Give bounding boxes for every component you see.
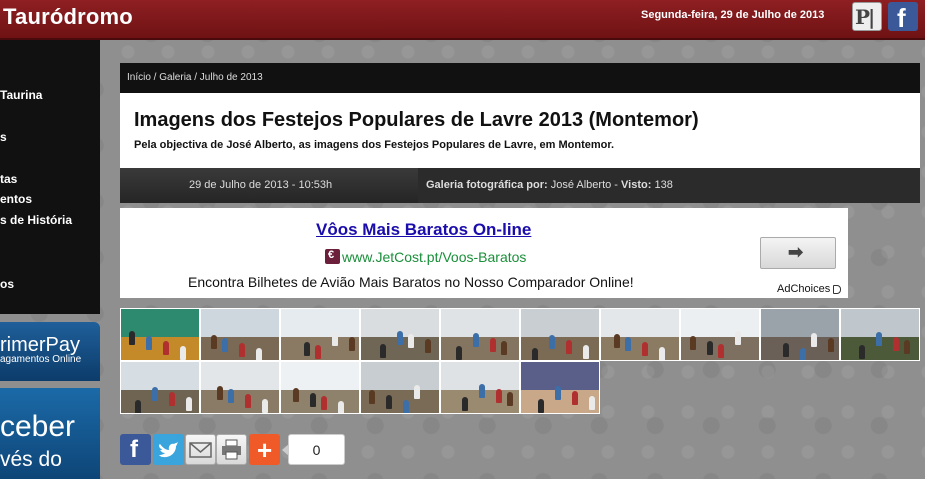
- article-header: Imagens dos Festejos Populares de Lavre …: [120, 93, 920, 168]
- share-facebook-button[interactable]: f: [120, 434, 151, 465]
- adchoices-icon: [833, 284, 842, 294]
- sidebar-item-2[interactable]: s: [0, 130, 7, 144]
- ad-title-link[interactable]: Vôos Mais Baratos On-line: [316, 220, 531, 240]
- houses-bull-thumb[interactable]: [680, 308, 760, 361]
- bull-run-thumb[interactable]: [360, 308, 440, 361]
- street-bulls-thumb[interactable]: [280, 308, 360, 361]
- ad-url-link[interactable]: www.JetCost.pt/Voos-Baratos: [342, 249, 526, 265]
- night-house-thumb[interactable]: [520, 361, 600, 414]
- ad-go-button[interactable]: ➡: [760, 237, 836, 269]
- facebook-icon[interactable]: f: [888, 2, 918, 33]
- jetcost-favicon-icon: €: [325, 249, 340, 264]
- share-email-button[interactable]: [185, 434, 216, 465]
- sidebar-item-historia[interactable]: s de História: [0, 213, 72, 227]
- meta-date-box: 29 de Julho de 2013 - 10:53h: [120, 168, 418, 203]
- street-view-thumb[interactable]: [280, 361, 360, 414]
- gallery-label: Galeria fotográfica por:: [426, 179, 548, 191]
- share-twitter-button[interactable]: [153, 434, 184, 465]
- festival-poster-thumb[interactable]: [120, 308, 200, 361]
- views-count: 138: [654, 179, 673, 191]
- author-name: José Alberto: [550, 179, 612, 191]
- portal-logo-icon[interactable]: P|: [852, 2, 882, 31]
- gallery-credits: Galeria fotográfica por: José Alberto - …: [426, 179, 673, 191]
- street-crowd-thumb[interactable]: [440, 308, 520, 361]
- sidebar-menu: Taurina s tas entos s de História os: [0, 40, 100, 314]
- banner-subtitle: vés do: [0, 448, 62, 471]
- sidebar-item-3[interactable]: tas: [0, 172, 17, 186]
- advertisement: Vôos Mais Baratos On-line € www.JetCost.…: [120, 208, 848, 298]
- ad-description: Encontra Bilhetes de Avião Mais Baratos …: [188, 274, 634, 290]
- crowd-bull-thumb[interactable]: [360, 361, 440, 414]
- breadcrumb-bar: Início / Galeria / Julho de 2013: [120, 63, 920, 93]
- share-more-button[interactable]: +: [249, 434, 280, 465]
- banner-title: ceber: [0, 410, 76, 443]
- banner-subtitle: agamentos Online: [0, 354, 82, 365]
- top-header: Tauródromo Segunda-feira, 29 de Julho de…: [0, 0, 925, 40]
- plus-icon: +: [257, 435, 273, 465]
- bulls-street-thumb[interactable]: [520, 308, 600, 361]
- page-subtitle: Pela objectiva de José Alberto, as image…: [134, 139, 615, 151]
- site-title[interactable]: Tauródromo: [3, 4, 133, 30]
- share-count: 0: [312, 442, 321, 458]
- forcado-thumb[interactable]: [440, 361, 520, 414]
- people-wall-thumb[interactable]: [200, 361, 280, 414]
- adchoices-label: AdChoices: [777, 283, 831, 295]
- adchoices-link[interactable]: AdChoices: [777, 283, 842, 295]
- sidebar-item-6[interactable]: os: [0, 277, 14, 291]
- arrow-right-icon: ➡: [788, 242, 804, 262]
- breadcrumb[interactable]: Início / Galeria / Julho de 2013: [127, 72, 263, 83]
- fence-runner-thumb[interactable]: [760, 308, 840, 361]
- wall-climbers-thumb[interactable]: [120, 361, 200, 414]
- page-title: Imagens dos Festejos Populares de Lavre …: [134, 109, 699, 131]
- twitter-icon: [159, 442, 178, 458]
- facebook-icon: f: [130, 436, 138, 463]
- article-meta-bar: 29 de Julho de 2013 - 10:53h Galeria fot…: [120, 168, 920, 203]
- sidebar-item-4[interactable]: entos: [0, 192, 32, 206]
- current-date: Segunda-feira, 29 de Julho de 2013: [641, 9, 825, 21]
- sidebar-item-taurina[interactable]: Taurina: [0, 88, 42, 102]
- share-counter: 0: [282, 434, 345, 465]
- crowd-street-thumb[interactable]: [200, 308, 280, 361]
- views-label: Visto:: [621, 179, 652, 191]
- receber-banner[interactable]: ceber vés do: [0, 388, 100, 479]
- mail-icon: [189, 442, 212, 458]
- print-icon: [222, 439, 241, 460]
- bull-people-thumb[interactable]: [600, 308, 680, 361]
- publish-date: 29 de Julho de 2013 - 10:53h: [189, 179, 333, 191]
- horseman-thumb[interactable]: [840, 308, 920, 361]
- share-print-button[interactable]: [216, 434, 247, 465]
- primerpay-banner[interactable]: rimerPay agamentos Online: [0, 322, 100, 381]
